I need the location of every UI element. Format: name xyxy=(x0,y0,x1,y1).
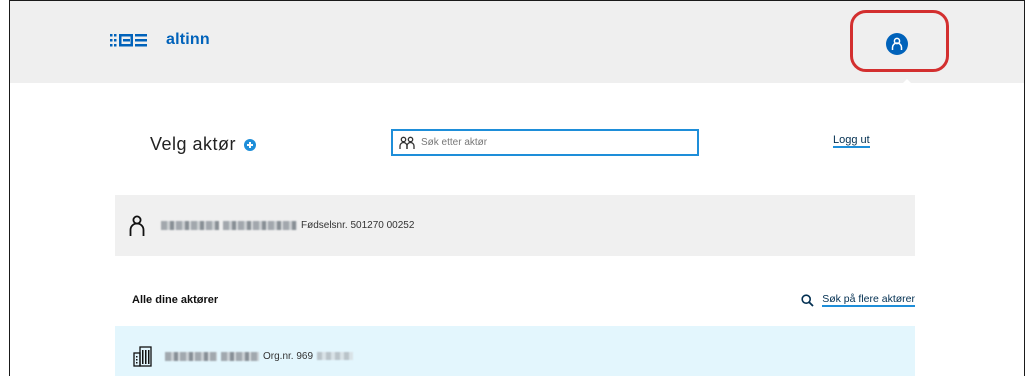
top-header: altinn xyxy=(10,1,1024,86)
redacted-name-part xyxy=(223,221,297,230)
person-icon xyxy=(129,215,145,236)
user-profile-icon xyxy=(891,37,903,50)
actor-search-box[interactable] xyxy=(391,129,699,156)
section-title: Alle dine aktører xyxy=(132,294,219,306)
altinn-logo-icon xyxy=(110,34,147,47)
self-actor-id: Fødselsnr. 501270 00252 xyxy=(301,220,415,231)
add-circle-icon[interactable] xyxy=(244,138,257,151)
redacted-name-part xyxy=(161,221,219,230)
altinn-logo[interactable]: altinn xyxy=(110,31,210,49)
actors-section-header: Alle dine aktører Søk på flere aktører xyxy=(115,293,915,307)
building-icon xyxy=(133,346,152,367)
page-title: Velg aktør xyxy=(150,134,237,154)
menu-caret xyxy=(900,79,914,86)
org-actor-card[interactable]: Org.nr. 969 xyxy=(115,326,915,376)
magnifier-icon xyxy=(801,293,814,307)
logout-link[interactable]: Logg ut xyxy=(833,134,870,148)
more-search-link[interactable]: Søk på flere aktører xyxy=(801,293,915,307)
org-number: Org.nr. 969 xyxy=(263,350,314,362)
browser-viewport: altinn Velg aktør Logg ut Fø xyxy=(9,0,1025,376)
people-icon xyxy=(399,136,415,149)
redacted-name-part xyxy=(221,351,259,361)
self-actor-card[interactable]: Fødselsnr. 501270 00252 xyxy=(115,195,915,256)
redacted-org-number xyxy=(317,352,354,360)
redacted-name-part xyxy=(165,351,217,361)
profile-button[interactable] xyxy=(886,33,908,55)
title-row: Velg aktør xyxy=(150,134,257,155)
more-search-label: Søk på flere aktører xyxy=(822,293,915,307)
actor-search-input[interactable] xyxy=(421,137,681,148)
logo-text: altinn xyxy=(166,31,210,48)
